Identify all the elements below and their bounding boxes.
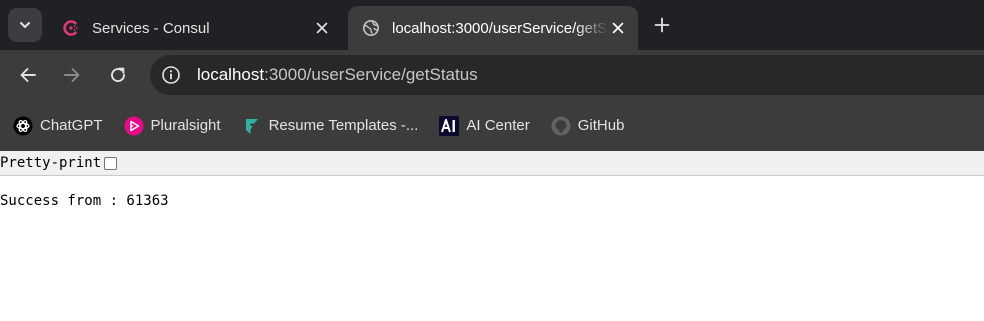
bookmark-label: GitHub: [577, 117, 625, 134]
tab-search-button[interactable]: [8, 8, 42, 42]
tab-consul[interactable]: Services - Consul: [48, 6, 342, 50]
tab-strip: Services - Consul localhost:3000/userSer…: [0, 0, 984, 50]
url-path: :3000/userService/getStatus: [264, 65, 478, 84]
globe-icon: [362, 19, 380, 37]
reload-button[interactable]: [106, 63, 130, 87]
pluralsight-icon: [123, 115, 145, 137]
reload-icon: [111, 67, 125, 82]
response-text: Success from : 61363: [0, 193, 169, 209]
site-info-icon[interactable]: [160, 64, 182, 86]
bookmark-label: Resume Templates -...: [268, 117, 419, 134]
pretty-print-label: Pretty-print: [0, 155, 102, 171]
bookmark-ai-center[interactable]: AI Center: [438, 111, 537, 141]
bookmark-github[interactable]: GitHub: [550, 111, 633, 141]
consul-icon: [62, 19, 80, 37]
plus-icon: [654, 17, 670, 33]
chevron-down-icon: [20, 22, 30, 28]
pretty-print-checkbox[interactable]: [104, 156, 118, 170]
back-button[interactable]: [16, 63, 40, 87]
bookmark-resume-templates[interactable]: Resume Templates -...: [241, 111, 427, 141]
new-tab-button[interactable]: [650, 13, 674, 37]
bookmarks-bar: ChatGPT Pluralsight Resume Templates -..…: [0, 100, 984, 151]
tab-title: localhost:3000/userService/getStatus: [392, 19, 608, 37]
bookmark-label: ChatGPT: [40, 117, 103, 134]
tab-localhost[interactable]: localhost:3000/userService/getStatus: [348, 6, 638, 50]
close-tab-icon[interactable]: [608, 18, 628, 38]
bookmark-pluralsight[interactable]: Pluralsight: [123, 111, 229, 141]
bookmark-label: AI Center: [466, 117, 530, 134]
forward-button[interactable]: [60, 63, 84, 87]
arrow-left-icon: [20, 68, 36, 82]
chatgpt-icon: [12, 115, 34, 137]
close-tab-icon[interactable]: [312, 18, 332, 38]
bookmark-label: Pluralsight: [150, 117, 221, 134]
tab-title: Services - Consul: [92, 19, 210, 37]
ai-center-icon: [438, 115, 460, 137]
bookmark-chatgpt[interactable]: ChatGPT: [12, 111, 111, 141]
url-host: localhost: [197, 65, 265, 84]
github-icon: [550, 115, 572, 137]
pretty-print-bar: Pretty-print: [0, 151, 984, 176]
toolbar: localhost:3000/userService/getStatus: [0, 50, 984, 100]
arrow-right-icon: [64, 68, 80, 82]
resume-templates-icon: [241, 115, 263, 137]
address-bar[interactable]: localhost:3000/userService/getStatus: [150, 55, 984, 95]
url-text: localhost:3000/userService/getStatus: [197, 65, 478, 85]
